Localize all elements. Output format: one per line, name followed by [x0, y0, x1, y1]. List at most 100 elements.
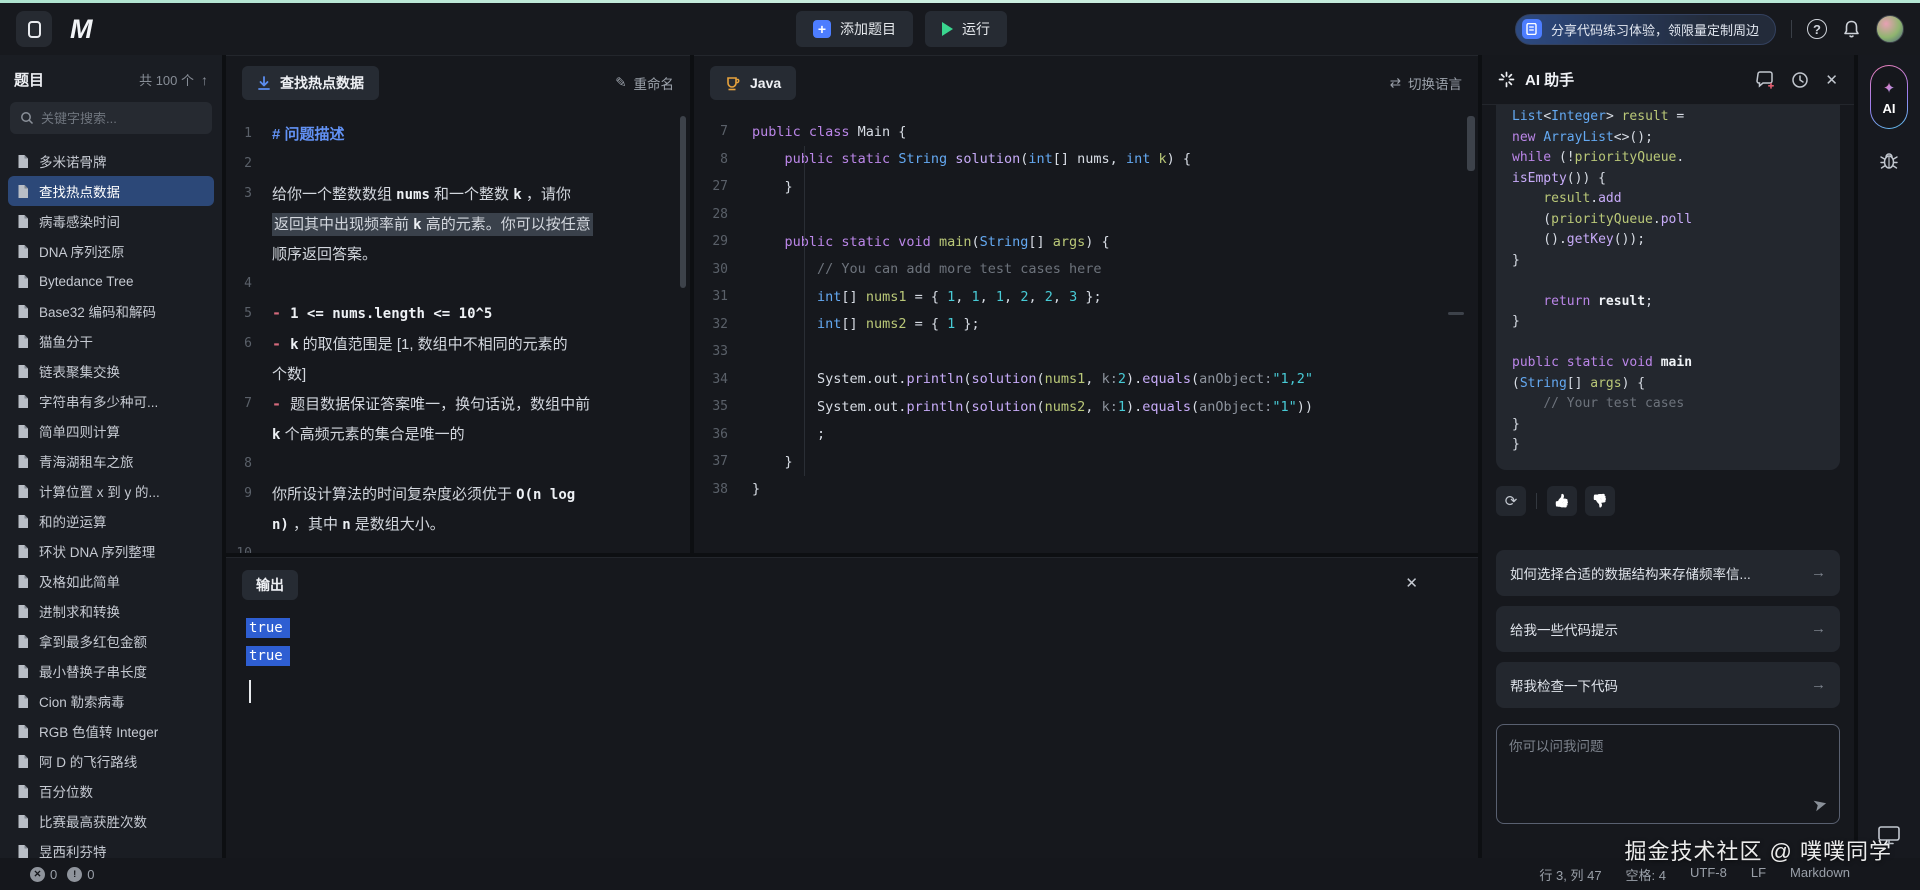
code-scroll-marker	[1448, 312, 1464, 315]
sidebar-item[interactable]: 链表聚集交换	[8, 356, 214, 386]
output-close-icon[interactable]: ✕	[1405, 574, 1418, 592]
sidebar-item[interactable]: Bytedance Tree	[8, 266, 214, 296]
markdown-line: 4	[226, 268, 690, 298]
console-monitor-icon[interactable]	[1877, 824, 1901, 846]
share-banner[interactable]: 分享代码练习体验，领限量定制周边	[1515, 14, 1776, 45]
sidebar-item[interactable]: 阿 D 的飞行路线	[8, 746, 214, 776]
sidebar-item-label: 青海湖租车之旅	[39, 451, 134, 471]
errors-indicator[interactable]: ✕ 0	[30, 867, 57, 882]
ai-close-icon[interactable]: ✕	[1825, 71, 1838, 89]
suggestion-label: 如何选择合适的数据结构来存储频率信...	[1510, 563, 1751, 583]
pencil-icon: ✎	[615, 75, 626, 91]
line-number: 30	[694, 262, 752, 277]
warnings-indicator[interactable]: ! 0	[67, 867, 94, 882]
markdown-editor[interactable]: 1# 问题描述23给你一个整数数组 nums 和一个整数 k ，请你返回其中出现…	[226, 110, 690, 553]
problem-tab[interactable]: 查找热点数据	[242, 66, 379, 100]
help-icon[interactable]: ?	[1807, 19, 1827, 39]
add-question-button[interactable]: + 添加题目	[796, 11, 913, 47]
share-doc-icon	[1522, 19, 1542, 39]
topbar-actions: + 添加题目 运行	[796, 11, 1007, 47]
switch-language-button[interactable]: ⇄ 切换语言	[1390, 73, 1462, 93]
logo-m[interactable]: M	[70, 14, 92, 45]
problem-scrollbar[interactable]	[680, 116, 686, 288]
sidebar-item-label: Bytedance Tree	[39, 274, 134, 289]
suggestion-chip[interactable]: 给我一些代码提示→	[1496, 606, 1840, 652]
ai-question-input[interactable]	[1509, 735, 1827, 795]
sidebar-title: 题目	[14, 69, 44, 90]
markdown-line: 5- 1 <= nums.length <= 10^5	[226, 298, 690, 328]
sidebar-item[interactable]: DNA 序列还原	[8, 236, 214, 266]
sidebar-item[interactable]: 查找热点数据	[8, 176, 214, 206]
ai-input-box[interactable]: ➤	[1496, 724, 1840, 824]
output-line: true	[246, 642, 1478, 670]
sidebar-item[interactable]: 计算位置 x 到 y 的...	[8, 476, 214, 506]
history-icon[interactable]	[1791, 71, 1809, 89]
line-number: 8	[694, 152, 752, 167]
thumbs-up-button[interactable]: 👍	[1547, 486, 1577, 516]
output-console[interactable]: truetrue	[226, 606, 1478, 703]
topbar-divider	[1791, 20, 1792, 38]
sidebar-item[interactable]: 百分位数	[8, 776, 214, 806]
thumbs-down-button[interactable]: 👎	[1585, 486, 1615, 516]
line-number: 2	[226, 156, 272, 171]
rename-button[interactable]: ✎ 重命名	[615, 73, 674, 93]
sidebar-item-label: 昱西利芬特	[39, 841, 107, 858]
sidebar-item[interactable]: 最小替换子串长度	[8, 656, 214, 686]
java-tab[interactable]: Java	[710, 66, 796, 100]
sidebar-item[interactable]: 拿到最多红包金额	[8, 626, 214, 656]
run-button[interactable]: 运行	[925, 11, 1007, 47]
sort-arrow-icon[interactable]: ↑	[201, 72, 208, 88]
sidebar-item[interactable]: 青海湖租车之旅	[8, 446, 214, 476]
line-number: 3	[226, 186, 272, 201]
sidebar-item[interactable]: 昱西利芬特	[8, 836, 214, 858]
send-icon[interactable]: ➤	[1811, 793, 1830, 816]
sidebar-item[interactable]: Cion 勒索病毒	[8, 686, 214, 716]
sidebar-item[interactable]: 环状 DNA 序列整理	[8, 536, 214, 566]
encoding[interactable]: UTF-8	[1690, 865, 1727, 884]
ai-toggle-button[interactable]: ✦ AI	[1870, 65, 1908, 129]
sidebar-item[interactable]: 多米诺骨牌	[8, 146, 214, 176]
sidebar-item[interactable]: 字符串有多少种可...	[8, 386, 214, 416]
avatar[interactable]	[1876, 15, 1904, 43]
markdown-line: 8	[226, 448, 690, 478]
sidebar-item[interactable]: 猫鱼分干	[8, 326, 214, 356]
debug-bug-icon[interactable]	[1878, 149, 1900, 171]
window-toggle-button[interactable]	[16, 11, 52, 47]
line-number: 4	[226, 276, 272, 291]
sidebar-item[interactable]: 比赛最高获胜次数	[8, 806, 214, 836]
code-editor[interactable]: 7public class Main {8 public static Stri…	[694, 110, 1478, 553]
cursor-position[interactable]: 行 3, 列 47	[1539, 865, 1601, 884]
notification-bell-icon[interactable]	[1842, 19, 1861, 39]
suggestion-chip[interactable]: 帮我检查一下代码→	[1496, 662, 1840, 708]
document-icon	[16, 724, 30, 739]
sidebar-item[interactable]: 进制求和转换	[8, 596, 214, 626]
regenerate-button[interactable]: ⟳	[1496, 486, 1526, 516]
search-input[interactable]	[41, 111, 191, 126]
arrow-right-icon: →	[1811, 676, 1826, 693]
ai-assistant-panel: AI 助手 ✕ List<Integer> result =new ArrayL…	[1482, 55, 1854, 858]
sidebar-item[interactable]: 及格如此简单	[8, 566, 214, 596]
document-icon	[16, 154, 30, 169]
document-icon	[16, 334, 30, 349]
indentation[interactable]: 空格: 4	[1626, 865, 1666, 884]
sidebar-item[interactable]: RGB 色值转 Integer	[8, 716, 214, 746]
document-icon	[16, 694, 30, 709]
sidebar-item[interactable]: 和的逆运算	[8, 506, 214, 536]
sidebar-item-label: Base32 编码和解码	[39, 301, 156, 321]
new-chat-icon[interactable]	[1756, 71, 1775, 89]
search-box[interactable]	[10, 102, 212, 134]
output-tab[interactable]: 输出	[242, 570, 298, 600]
suggestion-chip[interactable]: 如何选择合适的数据结构来存储频率信...→	[1496, 550, 1840, 596]
line-number: 37	[694, 454, 752, 469]
code-scrollbar[interactable]	[1467, 116, 1475, 171]
eol-type[interactable]: LF	[1751, 865, 1766, 884]
sidebar-item[interactable]: 简单四则计算	[8, 416, 214, 446]
sidebar-item[interactable]: Base32 编码和解码	[8, 296, 214, 326]
sidebar-item[interactable]: 病毒感染时间	[8, 206, 214, 236]
markdown-line: 顺序返回答案。	[226, 238, 690, 268]
language-mode[interactable]: Markdown	[1790, 865, 1850, 884]
code-line: 27 }	[694, 173, 1478, 201]
code-line: 33	[694, 338, 1478, 366]
line-number: 31	[694, 289, 752, 304]
line-number: 7	[226, 396, 272, 411]
